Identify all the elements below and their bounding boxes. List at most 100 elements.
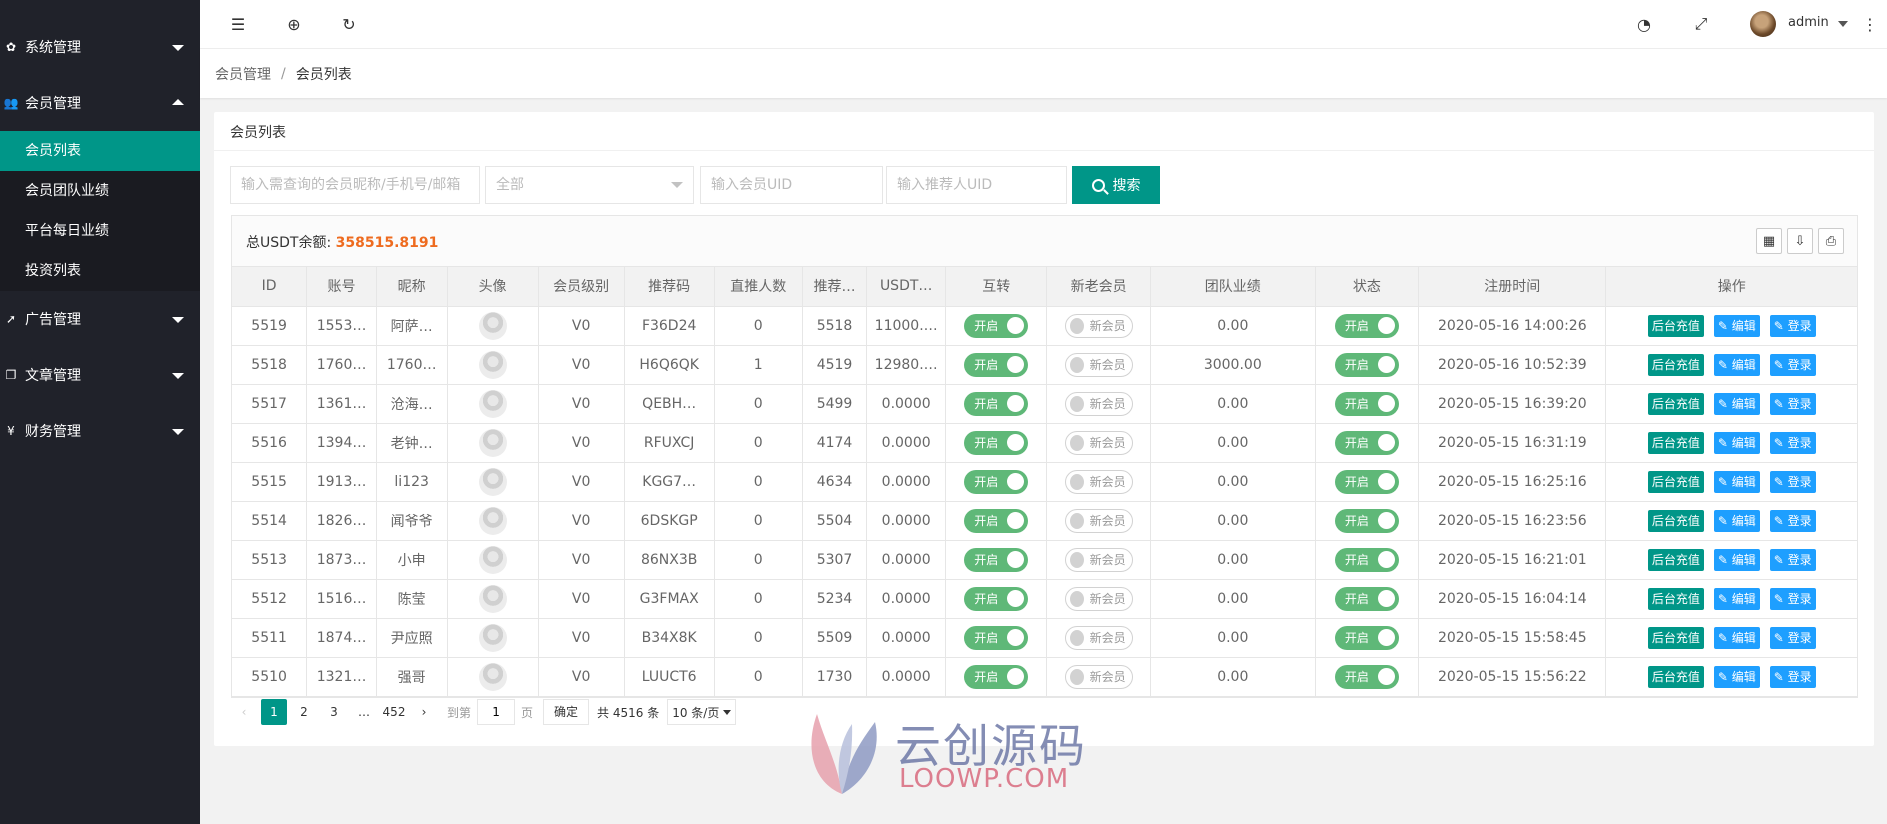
nav-system-management[interactable]: ✿ 系统管理 <box>0 19 200 75</box>
edit-button[interactable]: ✎ 编辑 <box>1713 626 1760 649</box>
goto-confirm-button[interactable]: 确定 <box>543 699 590 725</box>
transfer-toggle[interactable]: 开启 <box>964 625 1029 650</box>
login-button[interactable]: ✎ 登录 <box>1769 548 1816 571</box>
new-member-toggle[interactable]: 新会员 <box>1064 586 1133 611</box>
globe-icon[interactable]: ⊕ <box>283 13 305 35</box>
login-button[interactable]: ✎ 登录 <box>1769 509 1816 532</box>
prev-page-icon[interactable]: ‹ <box>231 699 257 725</box>
page-3[interactable]: 3 <box>321 699 347 725</box>
new-member-toggle[interactable]: 新会员 <box>1064 508 1133 533</box>
new-member-toggle[interactable]: 新会员 <box>1064 352 1133 377</box>
edit-button[interactable]: ✎ 编辑 <box>1713 392 1760 415</box>
chevron-down-icon[interactable] <box>1838 21 1848 27</box>
print-icon[interactable]: ⎙ <box>1818 228 1844 254</box>
edit-button[interactable]: ✎ 编辑 <box>1713 548 1760 571</box>
avatar[interactable] <box>1750 11 1776 37</box>
theme-icon[interactable]: ◔ <box>1633 13 1655 35</box>
recharge-button[interactable]: 后台充值 <box>1647 587 1704 610</box>
uid-input[interactable] <box>700 166 883 204</box>
recharge-button[interactable]: 后台充值 <box>1647 665 1704 688</box>
page-last[interactable]: 452 <box>381 699 407 725</box>
transfer-toggle[interactable]: 开启 <box>964 313 1029 338</box>
page-1[interactable]: 1 <box>261 699 287 725</box>
recharge-button[interactable]: 后台充值 <box>1647 392 1704 415</box>
edit-button[interactable]: ✎ 编辑 <box>1713 431 1760 454</box>
keyword-search-input[interactable] <box>230 166 480 204</box>
goto-page-input[interactable] <box>477 699 516 725</box>
nav-ad-management[interactable]: ➚ 广告管理 <box>0 291 200 347</box>
fullscreen-icon[interactable]: ⤢ <box>1690 13 1712 35</box>
status-toggle[interactable]: 开启 <box>1334 391 1399 416</box>
status-toggle[interactable]: 开启 <box>1334 430 1399 455</box>
login-button[interactable]: ✎ 登录 <box>1769 392 1816 415</box>
status-toggle[interactable]: 开启 <box>1334 508 1399 533</box>
recharge-button[interactable]: 后台充值 <box>1647 548 1704 571</box>
recharge-button[interactable]: 后台充值 <box>1647 470 1704 493</box>
sidebar-item-team-performance[interactable]: 会员团队业绩 <box>0 171 200 211</box>
recharge-button[interactable]: 后台充值 <box>1647 353 1704 376</box>
referrer-uid-input[interactable] <box>886 166 1067 204</box>
level-select[interactable]: 全部 <box>485 166 694 204</box>
status-toggle[interactable]: 开启 <box>1334 352 1399 377</box>
page-2[interactable]: 2 <box>291 699 317 725</box>
recharge-button[interactable]: 后台充值 <box>1647 626 1704 649</box>
login-button[interactable]: ✎ 登录 <box>1769 626 1816 649</box>
nav-finance-management[interactable]: ¥ 财务管理 <box>0 403 200 459</box>
member-submenu: 会员列表 会员团队业绩 平台每日业绩 投资列表 <box>0 131 200 291</box>
edit-button[interactable]: ✎ 编辑 <box>1713 470 1760 493</box>
edit-button[interactable]: ✎ 编辑 <box>1713 314 1760 337</box>
columns-filter-icon[interactable]: ▦ <box>1756 228 1782 254</box>
new-member-toggle[interactable]: 新会员 <box>1064 625 1133 650</box>
status-toggle[interactable]: 开启 <box>1334 313 1399 338</box>
transfer-toggle[interactable]: 开启 <box>964 586 1029 611</box>
edit-button[interactable]: ✎ 编辑 <box>1713 509 1760 532</box>
login-button[interactable]: ✎ 登录 <box>1769 470 1816 493</box>
transfer-toggle[interactable]: 开启 <box>964 391 1029 416</box>
new-member-toggle[interactable]: 新会员 <box>1064 664 1133 689</box>
chevron-down-icon <box>172 429 184 435</box>
next-page-icon[interactable]: › <box>411 699 437 725</box>
transfer-toggle[interactable]: 开启 <box>964 508 1029 533</box>
transfer-toggle[interactable]: 开启 <box>964 469 1029 494</box>
nav-group-articles: ❐ 文章管理 <box>0 347 200 403</box>
status-toggle[interactable]: 开启 <box>1334 547 1399 572</box>
recharge-button[interactable]: 后台充值 <box>1647 431 1704 454</box>
new-member-toggle[interactable]: 新会员 <box>1064 391 1133 416</box>
recharge-button[interactable]: 后台充值 <box>1647 314 1704 337</box>
export-icon[interactable]: ⇩ <box>1787 228 1813 254</box>
more-icon[interactable]: ⋮ <box>1859 13 1881 35</box>
new-member-toggle[interactable]: 新会员 <box>1064 469 1133 494</box>
new-member-toggle[interactable]: 新会员 <box>1064 313 1133 338</box>
sidebar-item-member-list[interactable]: 会员列表 <box>0 131 200 171</box>
status-toggle[interactable]: 开启 <box>1334 625 1399 650</box>
login-button[interactable]: ✎ 登录 <box>1769 665 1816 688</box>
new-member-toggle[interactable]: 新会员 <box>1064 547 1133 572</box>
edit-button[interactable]: ✎ 编辑 <box>1713 665 1760 688</box>
transfer-toggle[interactable]: 开启 <box>964 352 1029 377</box>
transfer-toggle[interactable]: 开启 <box>964 430 1029 455</box>
edit-button[interactable]: ✎ 编辑 <box>1713 353 1760 376</box>
transfer-toggle[interactable]: 开启 <box>964 547 1029 572</box>
edit-button[interactable]: ✎ 编辑 <box>1713 587 1760 610</box>
nav-member-management[interactable]: 👥 会员管理 <box>0 75 200 131</box>
page-size-select[interactable]: 10 条/页 <box>667 699 737 725</box>
login-button[interactable]: ✎ 登录 <box>1769 431 1816 454</box>
status-toggle[interactable]: 开启 <box>1334 469 1399 494</box>
login-button[interactable]: ✎ 登录 <box>1769 353 1816 376</box>
sidebar-item-daily-performance[interactable]: 平台每日业绩 <box>0 211 200 251</box>
nav-article-management[interactable]: ❐ 文章管理 <box>0 347 200 403</box>
login-button[interactable]: ✎ 登录 <box>1769 314 1816 337</box>
refresh-icon[interactable]: ↻ <box>338 13 360 35</box>
recharge-button[interactable]: 后台充值 <box>1647 509 1704 532</box>
user-name[interactable]: admin <box>1788 15 1829 30</box>
breadcrumb-parent[interactable]: 会员管理 <box>215 64 271 84</box>
menu-fold-icon[interactable]: ☰ <box>227 13 249 35</box>
status-toggle[interactable]: 开启 <box>1334 664 1399 689</box>
sidebar-item-investment-list[interactable]: 投资列表 <box>0 251 200 291</box>
transfer-toggle[interactable]: 开启 <box>964 664 1029 689</box>
search-button[interactable]: 搜索 <box>1072 166 1160 204</box>
status-toggle[interactable]: 开启 <box>1334 586 1399 611</box>
nav-group-finance: ¥ 财务管理 <box>0 403 200 459</box>
login-button[interactable]: ✎ 登录 <box>1769 587 1816 610</box>
new-member-toggle[interactable]: 新会员 <box>1064 430 1133 455</box>
